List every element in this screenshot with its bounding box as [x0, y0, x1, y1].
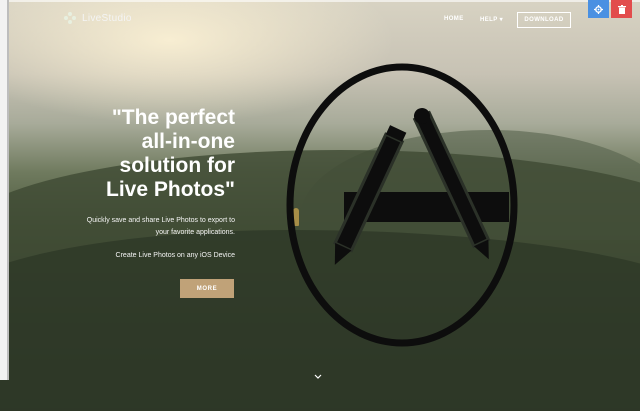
logo[interactable]: LiveStudio: [64, 12, 132, 24]
logo-text: LiveStudio: [82, 12, 132, 24]
chevron-down-icon: ▾: [497, 17, 503, 23]
subtitle-line: your favorite applications.: [155, 229, 235, 236]
nav-home-link[interactable]: HOME: [444, 16, 464, 22]
download-button[interactable]: DOWNLOAD: [517, 12, 571, 28]
nav-help-label: HELP: [480, 17, 498, 23]
delete-button[interactable]: [611, 0, 632, 18]
headline-line: all-in-one: [141, 130, 235, 153]
headline-line: Live Photos": [106, 178, 235, 201]
trash-icon: [617, 4, 626, 14]
left-scrollbar[interactable]: [0, 0, 7, 380]
app-store-icon: [286, 63, 518, 347]
subtitle-line: Quickly save and share Live Photos to ex…: [86, 217, 235, 224]
nav-help-link[interactable]: HELP ▾: [480, 16, 503, 23]
top-edge: [0, 0, 640, 2]
scroll-down-icon[interactable]: [314, 373, 322, 381]
hero-subtitle: Quickly save and share Live Photos to ex…: [40, 215, 235, 239]
gear-icon: [594, 4, 603, 14]
settings-button[interactable]: [588, 0, 609, 18]
more-button[interactable]: MORE: [180, 279, 234, 298]
left-scrollbar-thumb[interactable]: [7, 0, 9, 380]
headline-line: solution for: [119, 154, 235, 177]
headline-line: "The perfect: [111, 106, 235, 129]
logo-icon: [64, 12, 76, 24]
hero-headline: "The perfect all-in-one solution for Liv…: [60, 106, 235, 202]
hero-subtitle-secondary: Create Live Photos on any iOS Device: [115, 252, 235, 259]
